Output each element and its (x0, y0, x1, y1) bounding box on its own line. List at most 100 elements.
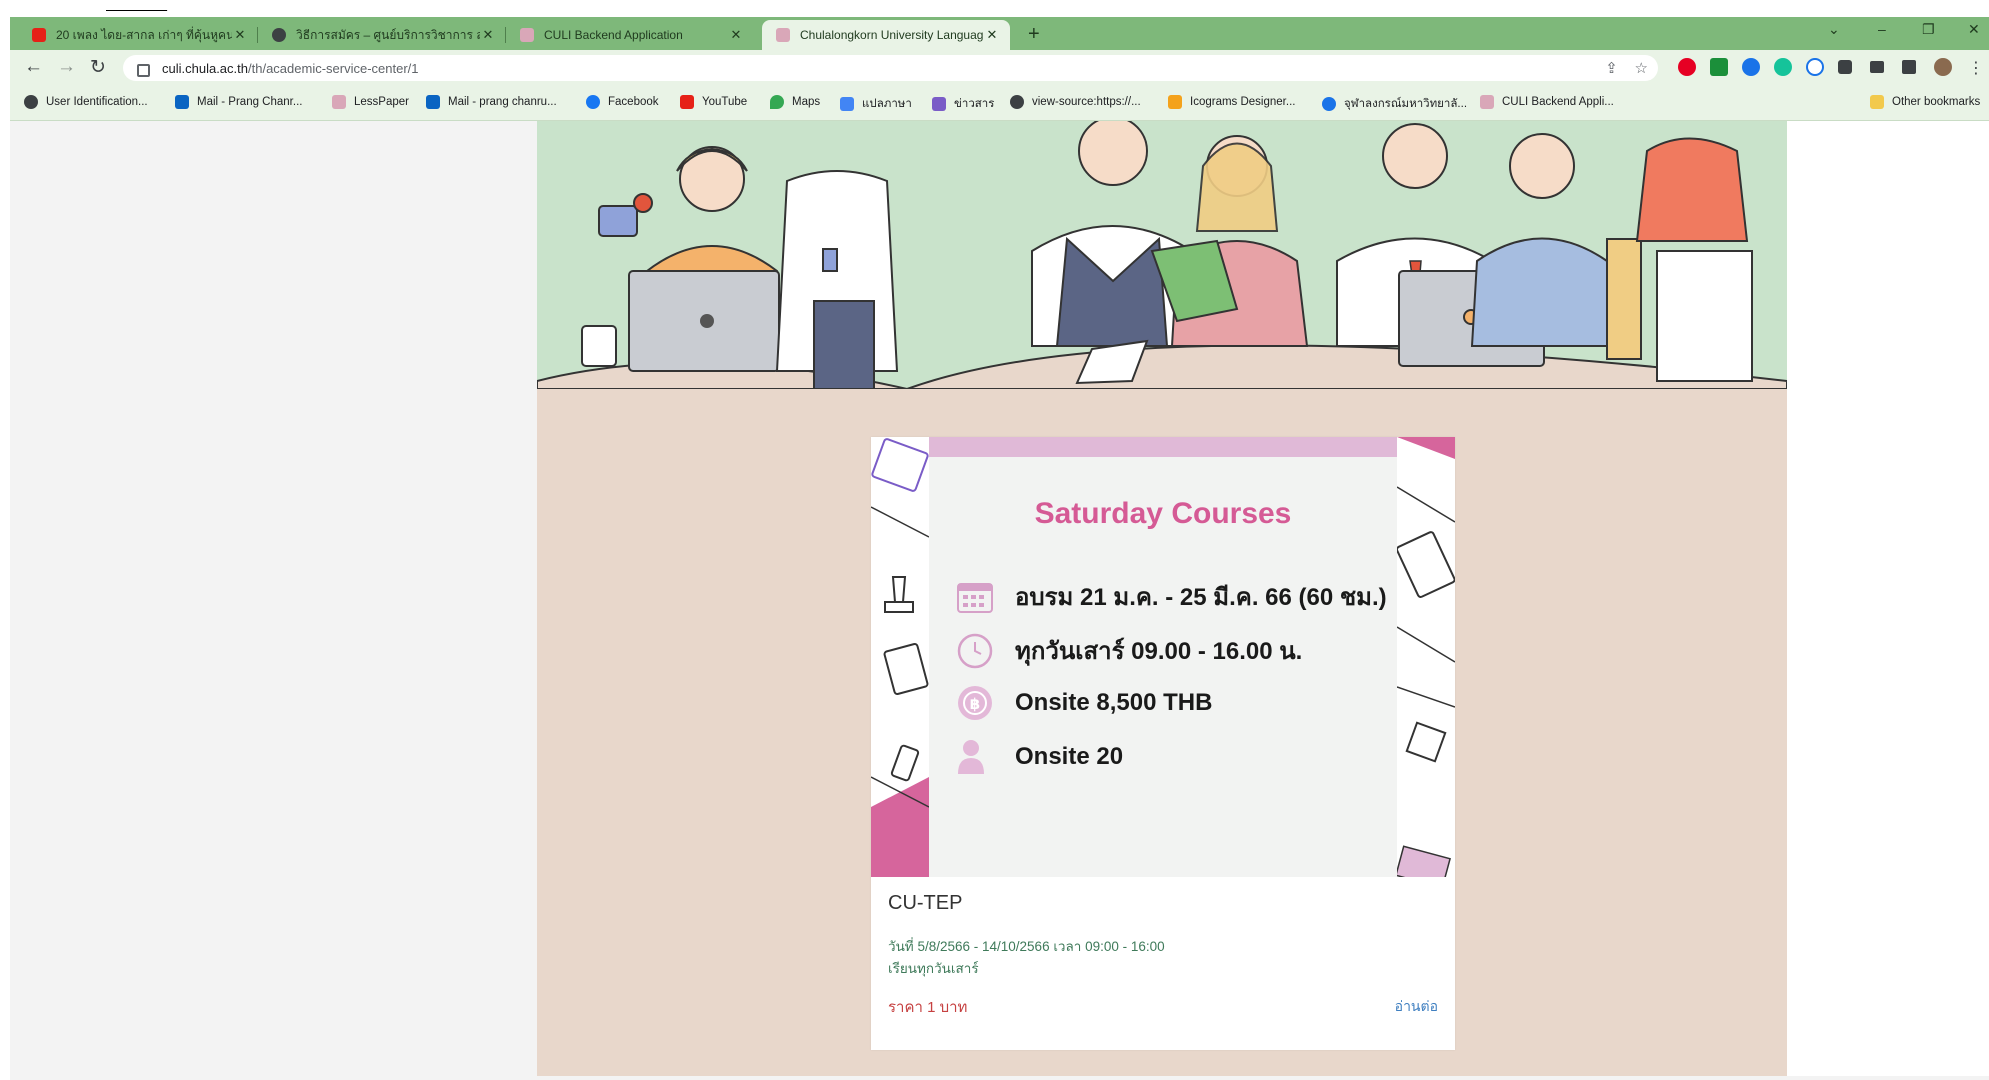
puzzle-icon[interactable] (1838, 60, 1852, 74)
banner-line-text: ทุกวันเสาร์ 09.00 - 16.00 น. (1015, 638, 1303, 665)
close-icon[interactable]: ✕ (984, 27, 1000, 43)
grammarly-icon[interactable] (1774, 58, 1792, 76)
extension-blue-icon[interactable] (1742, 58, 1760, 76)
minimize-button[interactable]: – (1878, 21, 1886, 37)
bookmark-label: view-source:https://... (1032, 96, 1141, 108)
banner-top-bar (929, 437, 1397, 457)
address-bar[interactable]: culi.chula.ac.th/th/academic-service-cen… (123, 55, 1658, 81)
bookmark-item[interactable]: Facebook (586, 95, 659, 109)
maps-icon (770, 95, 784, 109)
banner-line-text: Onsite 20 (1015, 743, 1124, 770)
tab-strip: 20 เพลง ไดย-สากล เก่าๆ ที่คุ้นหูคนยุค 90… (10, 17, 1989, 50)
bookmark-label: Other bookmarks (1892, 96, 1981, 108)
content-column: Saturday Courses อบรม 21 ม.ค. - 25 มี.ค.… (537, 121, 1787, 1080)
bookmark-label: ข่าวสาร (954, 98, 995, 110)
course-banner: Saturday Courses อบรม 21 ม.ค. - 25 มี.ค.… (871, 437, 1455, 877)
tab-application-method[interactable]: วิธีการสมัคร – ศูนย์บริการวิชาการ สถาบัน… (258, 20, 506, 50)
bookmark-item[interactable]: LessPaper (332, 95, 409, 109)
close-icon[interactable]: ✕ (232, 27, 248, 43)
culi-icon (1480, 95, 1494, 109)
clock-icon (955, 633, 995, 669)
bookmark-item[interactable]: User Identification... (24, 95, 148, 109)
bookmark-label: แปลภาษา (862, 98, 912, 110)
back-arrow-icon[interactable]: ← (24, 56, 43, 78)
side-panel-icon[interactable] (1902, 60, 1916, 74)
page-viewport: Saturday Courses อบรม 21 ม.ค. - 25 มี.ค.… (10, 121, 1989, 1080)
omnibox-actions: ⇪ ☆ (1605, 59, 1648, 77)
chula-icon (1322, 97, 1336, 111)
bookmark-item[interactable]: Mail - prang chanru... (426, 95, 557, 109)
bookmark-label: จุฬาลงกรณ์มหาวิทยาลั... (1344, 98, 1468, 110)
bookmarks-bar: User Identification... Mail - Prang Chan… (10, 85, 1989, 121)
page-bottom-border (10, 1076, 1989, 1080)
restore-button[interactable]: ❐ (1922, 21, 1935, 38)
bookmark-star-icon[interactable]: ☆ (1635, 60, 1648, 77)
globe-icon (272, 28, 286, 42)
banner-line-text: อบรม 21 ม.ค. - 25 มี.ค. 66 (60 ชม.) (1015, 584, 1387, 611)
top-strip (0, 0, 1989, 17)
globe-icon (24, 95, 38, 109)
url-domain: culi.chula.ac.th (162, 60, 248, 76)
banner-title: Saturday Courses (1034, 497, 1292, 530)
course-card[interactable]: Saturday Courses อบรม 21 ม.ค. - 25 มี.ค.… (871, 437, 1455, 1050)
bookmark-label: Icograms Designer... (1190, 96, 1296, 108)
tab-culi-language-institute[interactable]: Chulalongkorn University Language Instit… (762, 20, 1010, 50)
folder-icon (1870, 95, 1884, 109)
browser-chrome: 20 เพลง ไดย-สากล เก่าๆ ที่คุ้นหูคนยุค 90… (10, 17, 1989, 121)
news-icon (932, 97, 946, 111)
bookmark-item[interactable]: แปลภาษา (840, 95, 912, 113)
course-date-range: วันที่ 5/8/2566 - 14/10/2566 เวลา 09:00 … (888, 939, 1165, 954)
share-icon[interactable]: ⇪ (1605, 60, 1618, 77)
outlook-icon (426, 95, 440, 109)
bookmark-item[interactable]: Mail - Prang Chanr... (175, 95, 302, 109)
left-gray-area (10, 121, 537, 1080)
translate-icon (840, 97, 854, 111)
bookmark-label: YouTube (702, 96, 748, 108)
top-underlined-link[interactable] (106, 0, 167, 12)
course-schedule: เรียนทุกวันเสาร์ (888, 961, 979, 976)
tab-culi-backend[interactable]: CULI Backend Application ✕ (506, 20, 754, 50)
bookmark-item[interactable]: Maps (770, 95, 820, 109)
baht-coin-icon: ฿ (955, 685, 995, 721)
bookmark-label: Facebook (608, 96, 659, 108)
menu-kebab-icon[interactable]: ⋮ (1968, 58, 1984, 78)
course-title[interactable]: CU-TEP (888, 892, 962, 915)
download-arrow-icon[interactable] (1710, 58, 1728, 76)
read-more-link[interactable]: อ่านต่อ (1395, 996, 1438, 1018)
other-bookmarks-folder[interactable]: Other bookmarks (1870, 95, 1980, 109)
youtube-icon (680, 95, 694, 109)
tab-title: CULI Backend Application (544, 28, 683, 42)
new-tab-button[interactable]: + (1028, 23, 1040, 46)
window-close-button[interactable]: ✕ (1968, 21, 1980, 38)
close-icon[interactable]: ✕ (728, 27, 744, 43)
culi-icon (332, 95, 346, 109)
bookmark-label: Mail - Prang Chanr... (197, 96, 303, 108)
banner-line-price: ฿ Onsite 8,500 THB (955, 685, 1212, 721)
banner-line-seats: Onsite 20 (955, 739, 1123, 775)
person-icon (955, 739, 995, 775)
bookmark-item[interactable]: YouTube (680, 95, 747, 109)
bookmark-item[interactable]: Icograms Designer... (1168, 95, 1295, 109)
tab-youtube-playlist[interactable]: 20 เพลง ไดย-สากล เก่าๆ ที่คุ้นหูคนยุค 90… (18, 20, 258, 50)
facebook-icon (586, 95, 600, 109)
bookmark-item[interactable]: จุฬาลงกรณ์มหาวิทยาลั... (1322, 95, 1467, 113)
pinterest-icon[interactable] (1678, 58, 1696, 76)
bookmark-label: CULI Backend Appli... (1502, 96, 1614, 108)
reading-list-icon[interactable] (1870, 61, 1884, 73)
bookmark-item[interactable]: CULI Backend Appli... (1480, 95, 1614, 109)
bookmark-item[interactable]: view-source:https://... (1010, 95, 1141, 109)
bookmark-label: Maps (792, 96, 821, 108)
profile-avatar[interactable] (1934, 58, 1952, 76)
culi-icon (520, 28, 534, 42)
bookmark-item[interactable]: ข่าวสาร (932, 95, 994, 113)
url-text[interactable]: culi.chula.ac.th/th/academic-service-cen… (162, 61, 419, 76)
reload-icon[interactable]: ↻ (90, 56, 106, 79)
forward-arrow-icon[interactable]: → (57, 56, 76, 78)
close-icon[interactable]: ✕ (480, 27, 496, 43)
youtube-icon (32, 28, 46, 42)
browser-toolbar: ← → ↻ culi.chula.ac.th/th/academic-servi… (10, 50, 1989, 85)
link-icon[interactable] (1806, 58, 1824, 76)
globe-icon (1010, 95, 1024, 109)
url-path: /th/academic-service-center/1 (248, 60, 419, 76)
tab-search-icon[interactable]: ⌄ (1828, 21, 1840, 38)
